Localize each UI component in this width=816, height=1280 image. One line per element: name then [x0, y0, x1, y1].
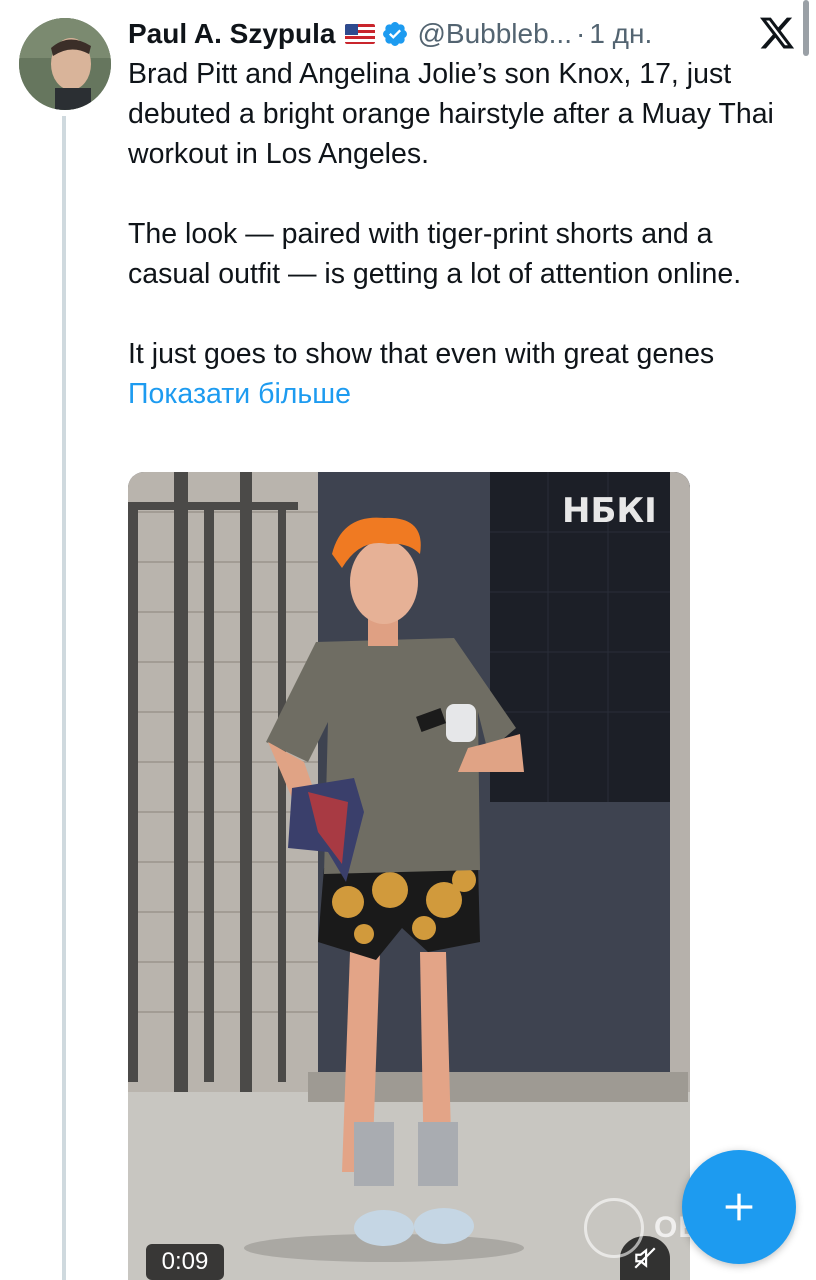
avatar-photo	[19, 18, 111, 110]
tweet-header: Paul A. Szypula @Bubbleb... · 1 дн.	[128, 14, 652, 54]
compose-button[interactable]	[682, 1150, 796, 1264]
post-time[interactable]: 1 дн.	[589, 18, 652, 50]
author-handle[interactable]: @Bubbleb...	[417, 18, 572, 50]
verified-badge-icon	[383, 22, 408, 46]
tweet-text-tail: It just goes to show that even with grea…	[128, 338, 715, 370]
scrollbar[interactable]	[803, 0, 809, 56]
tweet-text: Brad Pitt and Angelina Jolie’s son Knox,…	[128, 54, 798, 414]
video-timer: 0:09	[146, 1244, 224, 1280]
building-sign: НБКІ	[562, 491, 657, 531]
tweet-paragraph: The look — paired with tiger-print short…	[128, 218, 742, 290]
tweet-paragraph-last: It just goes to show that even with grea…	[128, 334, 798, 414]
video-player[interactable]: НБКІ	[128, 472, 690, 1280]
thread-line	[62, 116, 66, 1280]
avatar[interactable]	[19, 18, 111, 110]
x-logo-icon[interactable]	[758, 14, 796, 52]
show-more-link[interactable]: Показати більше	[128, 378, 351, 410]
tweet-paragraph: Brad Pitt and Angelina Jolie’s son Knox,…	[128, 58, 774, 170]
watermark-logo	[584, 1198, 644, 1258]
video-frame: НБКІ	[128, 472, 690, 1280]
author-name[interactable]: Paul A. Szypula	[128, 18, 335, 50]
plus-icon	[725, 1193, 753, 1221]
us-flag-icon	[345, 24, 376, 44]
separator-dot: ·	[576, 18, 586, 49]
